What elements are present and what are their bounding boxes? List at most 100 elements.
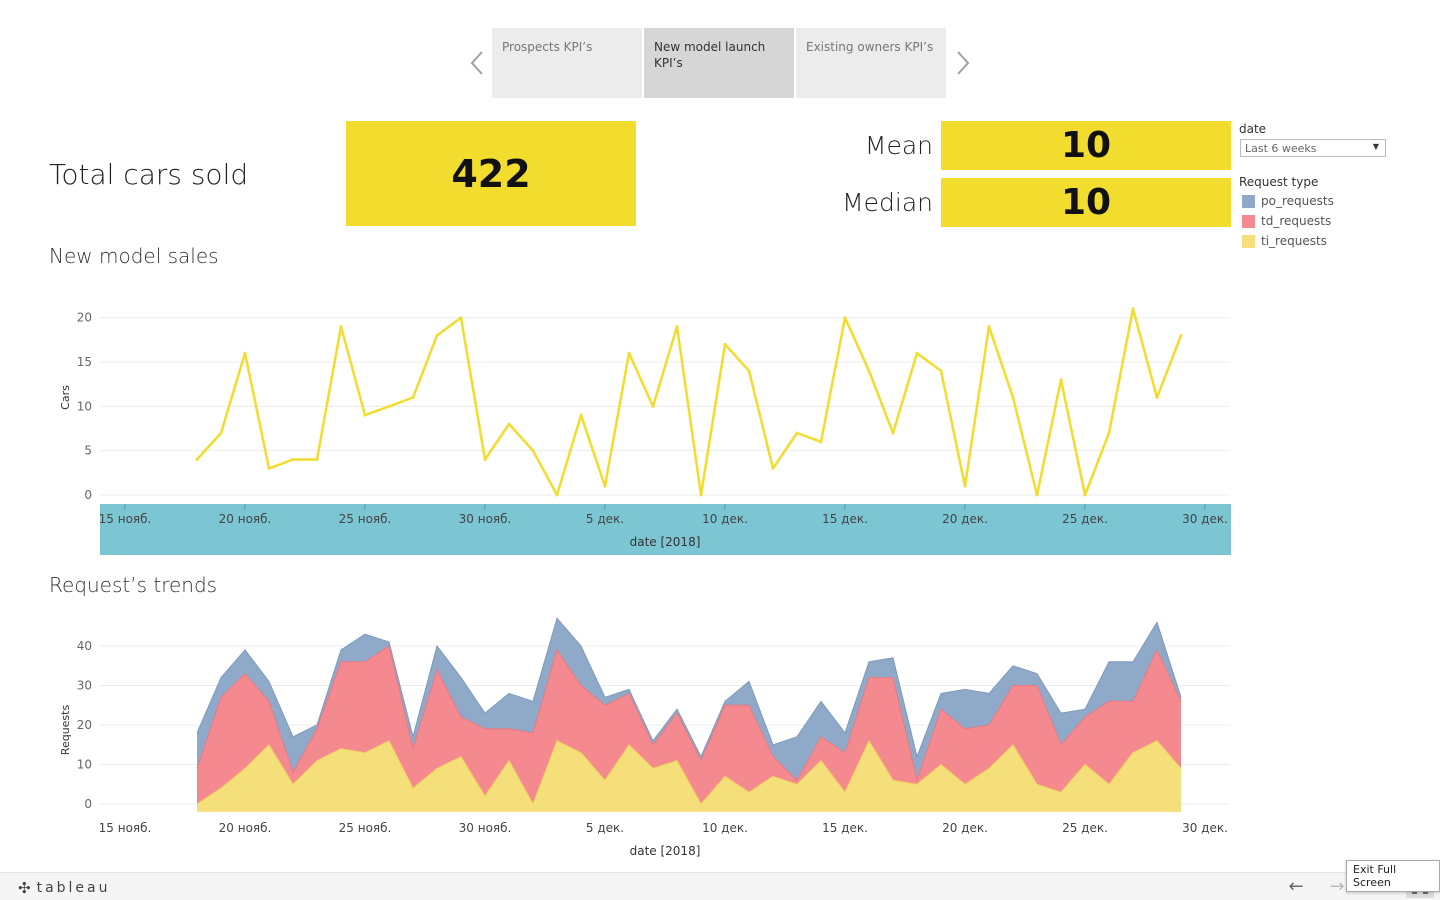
- legend-item-po-requests[interactable]: po_requests: [1242, 194, 1334, 208]
- story-tab-existing-owners[interactable]: Existing owners KPI’s: [796, 28, 946, 98]
- sales-point: [291, 458, 295, 462]
- sales-point: [1035, 493, 1039, 497]
- sales-point: [219, 431, 223, 435]
- x-axis-label: date [2018]: [630, 535, 701, 549]
- requests-trends-title: Request’s trends: [49, 573, 218, 597]
- sales-point: [243, 351, 247, 355]
- legend-label: ti_requests: [1261, 234, 1327, 248]
- sales-point: [915, 351, 919, 355]
- sales-point: [339, 325, 343, 329]
- tableau-brand[interactable]: ✣ tableau: [18, 879, 111, 897]
- x-tick-label: 10 дек.: [702, 512, 748, 526]
- bottom-toolbar: ✣ tableau ← → ⇤: [0, 872, 1440, 900]
- sales-point: [627, 351, 631, 355]
- sales-point: [1059, 378, 1063, 382]
- x-tick-label: 25 нояб.: [339, 512, 392, 526]
- brand-text: tableau: [36, 880, 111, 896]
- sales-point: [675, 325, 679, 329]
- sales-point: [507, 422, 511, 426]
- y-tick-label: 0: [84, 797, 92, 811]
- mean-label: Mean: [864, 131, 933, 160]
- sales-point: [459, 316, 463, 320]
- sales-point: [987, 325, 991, 329]
- sales-point: [651, 404, 655, 408]
- sales-point: [723, 342, 727, 346]
- legend-swatch: [1242, 214, 1255, 228]
- total-cars-sold-value: 422: [346, 121, 636, 226]
- legend-label: td_requests: [1261, 214, 1332, 228]
- x-tick-label: 25 дек.: [1062, 821, 1108, 835]
- y-tick-label: 5: [84, 444, 92, 458]
- x-tick-label: 15 нояб.: [99, 821, 152, 835]
- sales-point: [1083, 493, 1087, 497]
- legend-swatch: [1242, 194, 1255, 208]
- sales-point: [603, 484, 607, 488]
- sales-point: [411, 396, 415, 399]
- x-tick-label: 30 нояб.: [459, 821, 512, 835]
- sales-point: [699, 493, 703, 497]
- x-tick-label: 20 нояб.: [219, 821, 272, 835]
- y-tick-label: 40: [77, 639, 92, 653]
- x-tick-label: 20 нояб.: [219, 512, 272, 526]
- sales-point: [315, 458, 319, 462]
- sales-point: [891, 431, 895, 435]
- sales-point: [939, 369, 943, 373]
- sales-point: [1131, 307, 1135, 311]
- sales-point: [1179, 333, 1183, 337]
- exit-full-screen-tooltip: Exit Full Screen: [1346, 860, 1440, 892]
- chevron-right-icon[interactable]: [948, 28, 978, 98]
- requests-trends-chart[interactable]: 0 10 20 30 40 Requests 15 нояб. 20 нояб. 25 нояб…: [0, 600, 1240, 868]
- y-tick-label: 20: [77, 718, 92, 732]
- y-tick-label: 10: [77, 758, 92, 772]
- y-tick-label: 30: [77, 679, 92, 693]
- y-tick-label: 10: [77, 399, 92, 413]
- date-filter-select[interactable]: Last 6 weeks ▼: [1240, 139, 1386, 157]
- x-tick-label: 25 дек.: [1062, 512, 1108, 526]
- story-navigator: Prospects KPI’s New model launch KPI’s E…: [462, 28, 978, 98]
- sales-point: [771, 466, 775, 470]
- y-tick-label: 20: [77, 311, 92, 325]
- date-filter-title: date: [1239, 122, 1267, 136]
- x-tick-label: 15 дек.: [822, 821, 868, 835]
- median-label: Median: [842, 188, 933, 217]
- x-tick-label: 10 дек.: [702, 821, 748, 835]
- legend-item-td-requests[interactable]: td_requests: [1242, 214, 1331, 228]
- x-tick-label: 25 нояб.: [339, 821, 392, 835]
- sales-point: [963, 484, 967, 488]
- x-tick-label: 15 дек.: [822, 512, 868, 526]
- sales-point: [819, 440, 823, 444]
- sales-point: [1011, 396, 1015, 399]
- x-tick-label: 30 нояб.: [459, 512, 512, 526]
- new-model-sales-chart[interactable]: 0 5 10 15 20 Cars 15 нояб. 20 нояб. 25 нояб. 30 н…: [0, 280, 1240, 560]
- caret-down-icon: ▼: [1372, 142, 1379, 151]
- x-tick-label: 20 дек.: [942, 821, 988, 835]
- legend-title: Request type: [1239, 175, 1319, 189]
- date-filter-value: Last 6 weeks: [1245, 142, 1317, 155]
- sales-point: [483, 458, 487, 462]
- x-tick-label: 5 дек.: [586, 821, 624, 835]
- x-axis-label: date [2018]: [630, 844, 701, 858]
- mean-value: 10: [941, 121, 1231, 170]
- sales-line: [196, 307, 1183, 497]
- new-model-sales-title: New model sales: [49, 244, 219, 268]
- sales-point: [1107, 431, 1111, 435]
- sales-point: [267, 466, 271, 470]
- sales-point: [195, 458, 199, 462]
- chevron-left-icon[interactable]: [462, 28, 492, 98]
- x-tick-label: 20 дек.: [942, 512, 988, 526]
- y-tick-label: 15: [77, 355, 92, 369]
- story-tab-prospects[interactable]: Prospects KPI’s: [492, 28, 642, 98]
- sales-point: [435, 333, 439, 337]
- sales-point: [387, 404, 391, 408]
- x-tick-label: 30 дек.: [1182, 821, 1228, 835]
- x-tick-label: 5 дек.: [586, 512, 624, 526]
- legend-item-ti-requests[interactable]: ti_requests: [1242, 234, 1327, 248]
- total-cars-sold-label: Total cars sold: [49, 158, 249, 191]
- tableau-logo-icon: ✣: [18, 879, 31, 897]
- median-value: 10: [941, 178, 1231, 227]
- arrow-left-icon[interactable]: ←: [1284, 876, 1308, 898]
- story-tab-new-model-launch[interactable]: New model launch KPI’s: [644, 28, 794, 98]
- sales-point: [843, 316, 847, 320]
- sales-point: [747, 369, 751, 373]
- sales-point: [531, 449, 535, 453]
